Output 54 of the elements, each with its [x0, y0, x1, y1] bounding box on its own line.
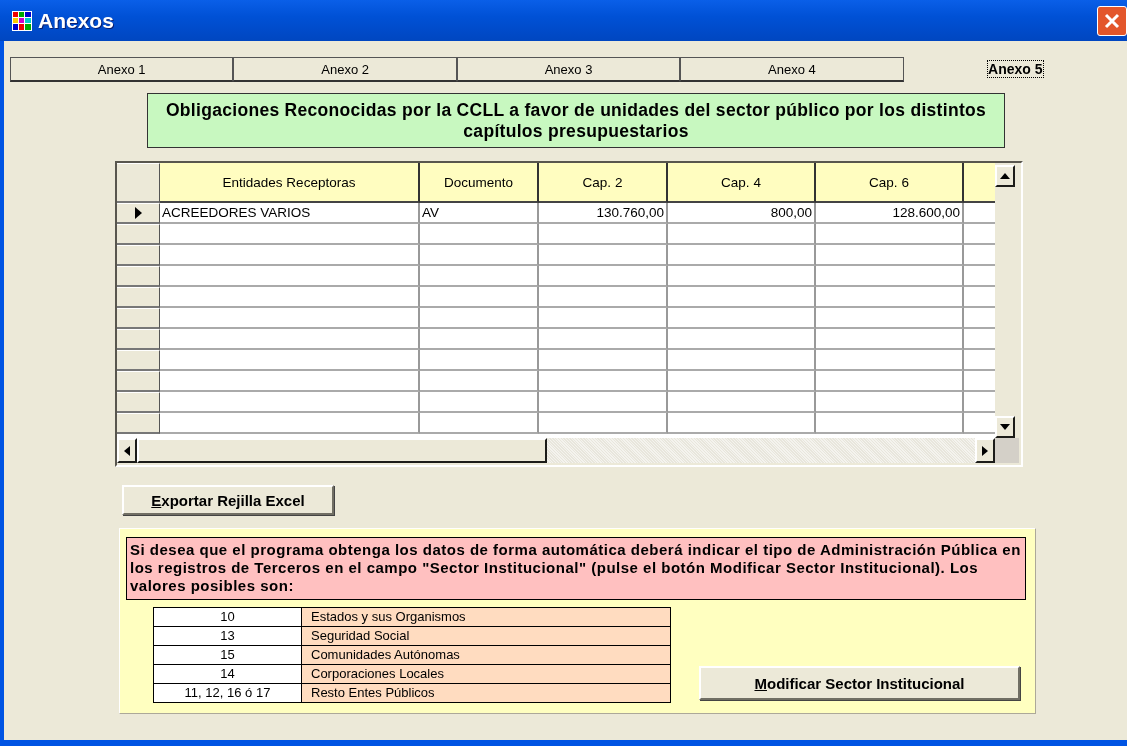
label-cell: Corporaciones Locales — [302, 665, 670, 683]
window-title: Anexos — [38, 8, 114, 33]
scroll-down-button[interactable] — [995, 416, 1015, 438]
export-excel-button[interactable]: Exportar Rejilla Excel — [122, 485, 334, 515]
code-cell: 15 — [154, 646, 302, 664]
row-header[interactable] — [117, 224, 160, 245]
scroll-left-button[interactable] — [117, 438, 137, 463]
row-header[interactable] — [117, 203, 160, 224]
label-cell: Comunidades Autónomas — [302, 646, 670, 664]
scroll-up-button[interactable] — [995, 165, 1015, 187]
row-header[interactable] — [117, 371, 160, 392]
label-cell: Estados y sus Organismos — [302, 608, 670, 626]
close-icon — [1103, 11, 1121, 30]
column-header[interactable]: Entidades Receptoras — [160, 163, 420, 203]
down-arrow-icon — [1000, 424, 1010, 430]
code-cell: 13 — [154, 627, 302, 645]
row-header[interactable] — [117, 266, 160, 287]
row-header[interactable] — [117, 245, 160, 266]
close-button[interactable] — [1097, 5, 1127, 36]
row-header[interactable] — [117, 308, 160, 329]
column-header[interactable]: Documento — [420, 163, 539, 203]
code-cell: 10 — [154, 608, 302, 626]
horizontal-scrollbar[interactable] — [117, 438, 995, 463]
row-header[interactable] — [117, 350, 160, 371]
table-cell: AV — [420, 203, 539, 224]
label-cell: Seguridad Social — [302, 627, 670, 645]
grid-icon — [12, 10, 32, 31]
code-cell: 11, 12, 16 ó 17 — [154, 684, 302, 702]
table-cell: 130.760,00 — [539, 203, 668, 224]
table-cell: 128.600,00 — [816, 203, 964, 224]
row-header[interactable] — [117, 413, 160, 434]
table-cell: ACREEDORES VARIOS — [160, 203, 420, 224]
tab[interactable]: Anexo 2 — [233, 57, 457, 82]
info-message: Si desea que el programa obtenga los datos de forma automática deberá indicar el tipo de Administración Pública en los registros de Terceros en el campo "Sector Institucional" (pulse el botón Modificar Sector Institucional). Los valores posibles son: — [126, 537, 1026, 600]
table-cell: 800,00 — [668, 203, 816, 224]
scroll-right-button[interactable] — [975, 438, 995, 463]
row-header[interactable] — [117, 287, 160, 308]
right-arrow-icon — [982, 445, 988, 456]
tab[interactable]: Anexo 1 — [10, 57, 234, 82]
row-header[interactable] — [117, 392, 160, 413]
scroll-thumb[interactable] — [137, 438, 547, 463]
modify-sector-button[interactable]: Modificar Sector Institucional — [699, 666, 1020, 700]
up-arrow-icon — [1000, 173, 1010, 179]
scrollbar-corner — [995, 438, 1019, 463]
heading-banner: Obligaciones Reconocidas por la CCLL a favor de unidades del sector público por los distintos capítulos presupuestarios — [147, 93, 1005, 148]
column-header[interactable]: Cap. 4 — [668, 163, 816, 203]
left-arrow-icon — [124, 445, 130, 456]
column-header[interactable]: Cap. 6 — [816, 163, 964, 203]
tab[interactable]: Anexo 4 — [680, 57, 904, 82]
tab[interactable]: Anexo 3 — [456, 57, 681, 82]
row-header[interactable] — [117, 329, 160, 350]
label-cell: Resto Entes Públicos — [302, 684, 670, 702]
column-header[interactable]: Cap. 2 — [539, 163, 668, 203]
code-cell: 14 — [154, 665, 302, 683]
